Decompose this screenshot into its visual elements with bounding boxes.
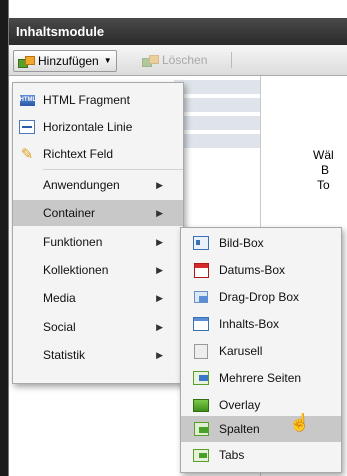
menu-item-label: Datums-Box — [219, 263, 286, 277]
list-item[interactable] — [174, 98, 260, 112]
tabs-icon — [193, 447, 209, 463]
delete-button-label: Löschen — [162, 53, 208, 67]
menu-item-richtext[interactable]: ✎ Richtext Feld — [13, 141, 183, 167]
menu-item-label: Mehrere Seiten — [219, 371, 302, 385]
menu-item-label: HTML Fragment — [43, 93, 130, 107]
menu-item-label: Inhalts-Box — [219, 317, 280, 331]
menu-item-horizontal-line[interactable]: Horizontale Linie — [13, 114, 183, 140]
menu-item-label: Social — [43, 320, 76, 334]
menu-item-label: Statistik — [43, 348, 86, 362]
menu-item-label: Funktionen — [43, 235, 103, 249]
menu-item-kollektionen[interactable]: Kollektionen ▶ — [13, 257, 183, 283]
submenu-item-bild-box[interactable]: Bild-Box — [181, 230, 341, 256]
menu-item-label: Kollektionen — [43, 263, 109, 277]
add-button-label: Hinzufügen — [38, 54, 99, 68]
chevron-right-icon: ▶ — [156, 179, 163, 190]
menu-item-label: Richtext Feld — [43, 147, 114, 161]
chevron-down-icon: ▼ — [103, 56, 112, 65]
overlay-icon — [193, 397, 209, 413]
submenu-item-overlay[interactable]: Overlay — [181, 392, 341, 418]
menu-item-label: Anwendungen — [43, 178, 120, 192]
chevron-right-icon: ▶ — [156, 292, 163, 303]
image-box-icon — [193, 235, 209, 251]
drag-drop-icon — [193, 289, 209, 305]
menu-item-social[interactable]: Social ▶ — [13, 314, 183, 340]
html-icon: HTML — [19, 92, 36, 108]
delete-module-icon — [142, 54, 159, 67]
submenu-item-drag-drop-box[interactable]: Drag-Drop Box — [181, 284, 341, 310]
add-module-icon — [18, 55, 35, 68]
chevron-right-icon: ▶ — [156, 264, 163, 275]
hand-pointer-icon: ☝ — [289, 413, 311, 432]
chevron-right-icon: ▶ — [156, 349, 163, 360]
list-item[interactable] — [174, 116, 260, 130]
menu-item-label: Tabs — [219, 448, 245, 462]
menu-item-media[interactable]: Media ▶ — [13, 285, 183, 311]
menu-item-label: Bild-Box — [219, 236, 264, 250]
pages-icon — [193, 370, 209, 386]
menu-item-container[interactable]: Container ▶ — [13, 200, 183, 226]
menu-item-label: Spalten — [219, 422, 260, 436]
columns-icon — [193, 421, 209, 437]
submenu-item-datums-box[interactable]: Datums-Box — [181, 257, 341, 283]
carousel-icon — [193, 343, 209, 359]
list-item[interactable] — [174, 80, 260, 94]
list-item[interactable] — [174, 134, 260, 148]
menu-item-html-fragment[interactable]: HTML HTML Fragment — [13, 87, 183, 113]
submenu-item-spalten[interactable]: Spalten — [181, 416, 341, 442]
panel-title-bar: Inhaltsmodule — [9, 18, 347, 45]
menu-item-label: Drag-Drop Box — [219, 290, 300, 304]
submenu-item-tabs[interactable]: Tabs — [181, 442, 341, 468]
background-text: Wäl — [313, 148, 334, 162]
menu-item-statistik[interactable]: Statistik ▶ — [13, 342, 183, 368]
module-list — [174, 76, 260, 148]
pencil-icon: ✎ — [20, 146, 34, 163]
window-icon — [193, 316, 209, 332]
menu-divider — [43, 169, 183, 170]
submenu-item-inhalts-box[interactable]: Inhalts-Box — [181, 311, 341, 337]
menu-item-funktionen[interactable]: Funktionen ▶ — [13, 229, 183, 255]
toolbar-divider — [231, 52, 232, 68]
menu-item-label: Horizontale Linie — [43, 120, 133, 134]
menu-item-label: Overlay — [219, 398, 261, 412]
submenu-item-karusell[interactable]: Karusell — [181, 338, 341, 364]
background-text: To — [317, 178, 330, 192]
add-button[interactable]: Hinzufügen ▼ — [13, 50, 117, 72]
menu-item-label: Media — [43, 291, 76, 305]
chevron-right-icon: ▶ — [156, 207, 163, 218]
toolbar: Hinzufügen ▼ Löschen — [9, 45, 347, 76]
add-dropdown-menu: HTML HTML Fragment Horizontale Linie ✎ R… — [12, 82, 184, 384]
menu-item-label: Karusell — [219, 344, 263, 358]
delete-button[interactable]: Löschen — [142, 50, 207, 70]
background-text: B — [321, 163, 330, 177]
menu-item-anwendungen[interactable]: Anwendungen ▶ — [13, 172, 183, 198]
menu-item-label: Container — [43, 206, 96, 220]
container-submenu: Bild-Box Datums-Box Drag-Drop Box Inhalt… — [180, 227, 342, 473]
calendar-icon — [193, 262, 209, 278]
submenu-item-mehrere-seiten[interactable]: Mehrere Seiten — [181, 365, 341, 391]
panel-title: Inhaltsmodule — [16, 24, 105, 39]
horizontal-line-icon — [19, 119, 35, 135]
chevron-right-icon: ▶ — [156, 321, 163, 332]
chevron-right-icon: ▶ — [156, 236, 163, 247]
